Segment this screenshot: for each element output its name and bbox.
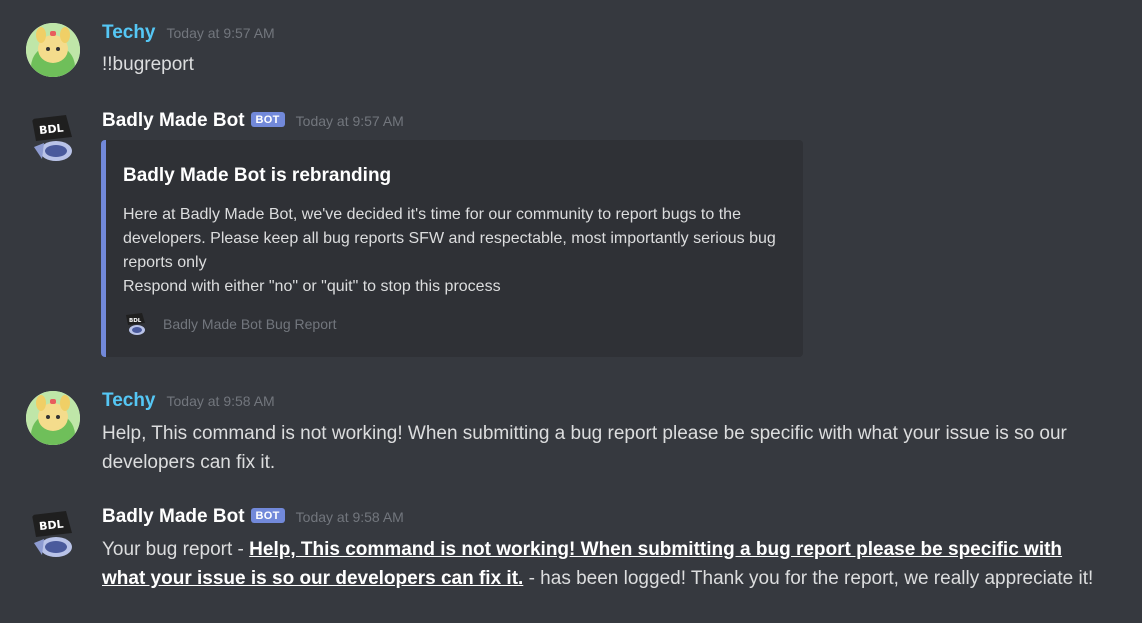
message-text-prefix: Your bug report - bbox=[102, 539, 250, 560]
username[interactable]: Badly Made Bot bbox=[102, 110, 245, 132]
message-header: Badly Made Bot BOT Today at 9:57 AM bbox=[102, 110, 404, 132]
bdl-bot-avatar-icon: BDL bbox=[32, 115, 72, 161]
message-header: Badly Made Bot BOT Today at 9:58 AM bbox=[102, 506, 404, 528]
villager-avatar-icon bbox=[26, 23, 80, 77]
avatar-bot[interactable]: BDL bbox=[26, 111, 80, 165]
bot-badge: BOT bbox=[250, 112, 285, 127]
svg-text:BDL: BDL bbox=[38, 122, 64, 137]
embed-description-line: Here at Badly Made Bot, we've decided it… bbox=[123, 206, 776, 271]
timestamp[interactable]: Today at 9:57 AM bbox=[167, 25, 275, 41]
embed-title: Badly Made Bot is rebranding bbox=[123, 165, 392, 186]
bot-badge: BOT bbox=[250, 508, 285, 523]
timestamp[interactable]: Today at 9:57 AM bbox=[296, 113, 404, 129]
villager-avatar-icon bbox=[26, 391, 80, 445]
message-text: Help, This command is not working! When … bbox=[102, 423, 1067, 473]
message-text: !!bugreport bbox=[102, 54, 194, 75]
embed-description-line: Respond with either "no" or "quit" to st… bbox=[123, 278, 501, 295]
bdl-footer-icon: BDL bbox=[126, 313, 145, 335]
embed-footer: BDL Badly Made Bot Bug Report bbox=[123, 311, 337, 337]
timestamp[interactable]: Today at 9:58 AM bbox=[167, 393, 275, 409]
avatar-bot[interactable]: BDL bbox=[26, 507, 80, 561]
username[interactable]: Techy bbox=[102, 22, 156, 44]
timestamp[interactable]: Today at 9:58 AM bbox=[296, 509, 404, 525]
svg-text:BDL: BDL bbox=[129, 318, 142, 324]
avatar-techy[interactable] bbox=[26, 391, 80, 445]
username[interactable]: Badly Made Bot bbox=[102, 506, 245, 528]
message-text-suffix: - has been logged! Thank you for the rep… bbox=[523, 568, 1094, 589]
message-header: Techy Today at 9:57 AM bbox=[102, 22, 275, 44]
message-text: Your bug report - Help, This command is … bbox=[102, 535, 1102, 593]
embed: Badly Made Bot is rebranding Here at Bad… bbox=[101, 140, 803, 357]
bdl-bot-avatar-icon: BDL bbox=[32, 511, 72, 557]
embed-footer-text: Badly Made Bot Bug Report bbox=[163, 316, 337, 332]
svg-text:BDL: BDL bbox=[38, 518, 64, 533]
avatar-techy[interactable] bbox=[26, 23, 80, 77]
username[interactable]: Techy bbox=[102, 390, 156, 412]
message-header: Techy Today at 9:58 AM bbox=[102, 390, 275, 412]
embed-description: Here at Badly Made Bot, we've decided it… bbox=[123, 203, 793, 299]
